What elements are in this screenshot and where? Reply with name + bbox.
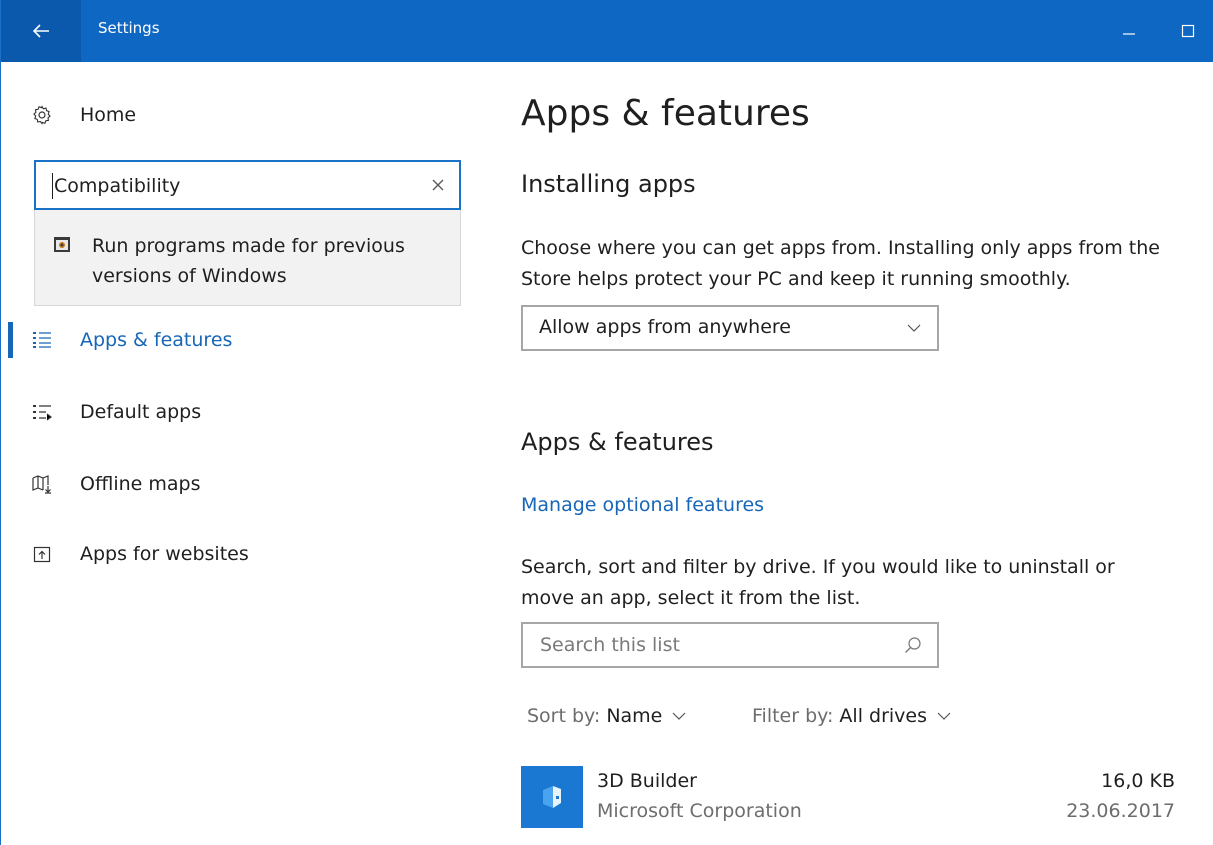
gear-icon	[32, 105, 52, 125]
sort-dropdown[interactable]: Sort by: Name	[527, 705, 687, 727]
manage-optional-features-link[interactable]: Manage optional features	[521, 494, 764, 516]
apps-features-heading: Apps & features	[521, 428, 714, 456]
sidebar-item-label: Offline maps	[80, 473, 201, 495]
dropdown-value: Allow apps from anywhere	[539, 316, 792, 338]
filter-label: Filter by:	[752, 705, 834, 727]
sidebar-item-label: Apps & features	[80, 329, 233, 351]
maximize-button[interactable]	[1165, 0, 1211, 62]
app-publisher: Microsoft Corporation	[597, 800, 802, 822]
installing-apps-heading: Installing apps	[521, 170, 696, 198]
list-item[interactable]: 3D Builder Microsoft Corporation 16,0 KB…	[521, 766, 1181, 830]
installing-apps-description: Choose where you can get apps from. Inst…	[521, 237, 1160, 290]
search-icon	[905, 637, 921, 653]
sidebar-item-label: Apps for websites	[80, 543, 249, 565]
sidebar-item-label: Home	[80, 104, 137, 126]
sidebar-item-apps-features[interactable]: Apps & features	[1, 318, 401, 362]
settings-window: Settings Home Compatibility Run programs…	[0, 0, 1213, 845]
filter-dropdown[interactable]: Filter by: All drives	[752, 705, 952, 727]
maximize-icon	[1181, 24, 1195, 38]
map-download-icon	[32, 474, 52, 494]
close-icon[interactable]	[427, 174, 449, 196]
minimize-icon	[1123, 33, 1135, 35]
text-caret	[52, 173, 53, 199]
search-list-input[interactable]: Search this list	[521, 622, 939, 668]
default-apps-icon	[32, 402, 52, 422]
sort-value: Name	[606, 705, 663, 727]
apps-list-icon	[32, 330, 52, 350]
page-title: Apps & features	[521, 93, 810, 134]
apps-list-description: Search, sort and filter by drive. If you…	[521, 556, 1115, 609]
3d-builder-app-icon	[521, 766, 583, 828]
search-placeholder: Search this list	[540, 634, 680, 656]
open-in-app-icon	[32, 544, 52, 564]
compatibility-icon	[54, 237, 70, 252]
search-value: Compatibility	[54, 175, 181, 197]
sort-label: Sort by:	[527, 705, 601, 727]
chevron-down-icon	[672, 712, 686, 720]
filter-value: All drives	[839, 705, 927, 727]
sidebar-item-default-apps[interactable]: Default apps	[1, 390, 401, 434]
app-size: 16,0 KB	[1101, 770, 1175, 792]
sidebar-item-offline-maps[interactable]: Offline maps	[1, 462, 401, 506]
chevron-down-icon	[907, 324, 921, 332]
sidebar-item-home[interactable]: Home	[1, 93, 401, 137]
search-suggestion[interactable]: Run programs made for previous versions …	[34, 210, 461, 306]
chevron-down-icon	[937, 712, 951, 720]
app-source-dropdown[interactable]: Allow apps from anywhere	[521, 305, 939, 351]
app-name: 3D Builder	[597, 770, 697, 792]
app-install-date: 23.06.2017	[1066, 800, 1175, 822]
settings-search-input[interactable]: Compatibility	[34, 160, 461, 210]
title-bar: Settings	[1, 0, 1213, 62]
suggestion-text: Run programs made for previous versions …	[92, 235, 405, 287]
back-arrow-icon	[32, 24, 49, 38]
minimize-button[interactable]	[1106, 0, 1152, 62]
sidebar-item-label: Default apps	[80, 401, 202, 423]
window-title: Settings	[98, 19, 160, 37]
sidebar-item-apps-for-websites[interactable]: Apps for websites	[1, 532, 401, 576]
back-button[interactable]	[1, 0, 81, 62]
